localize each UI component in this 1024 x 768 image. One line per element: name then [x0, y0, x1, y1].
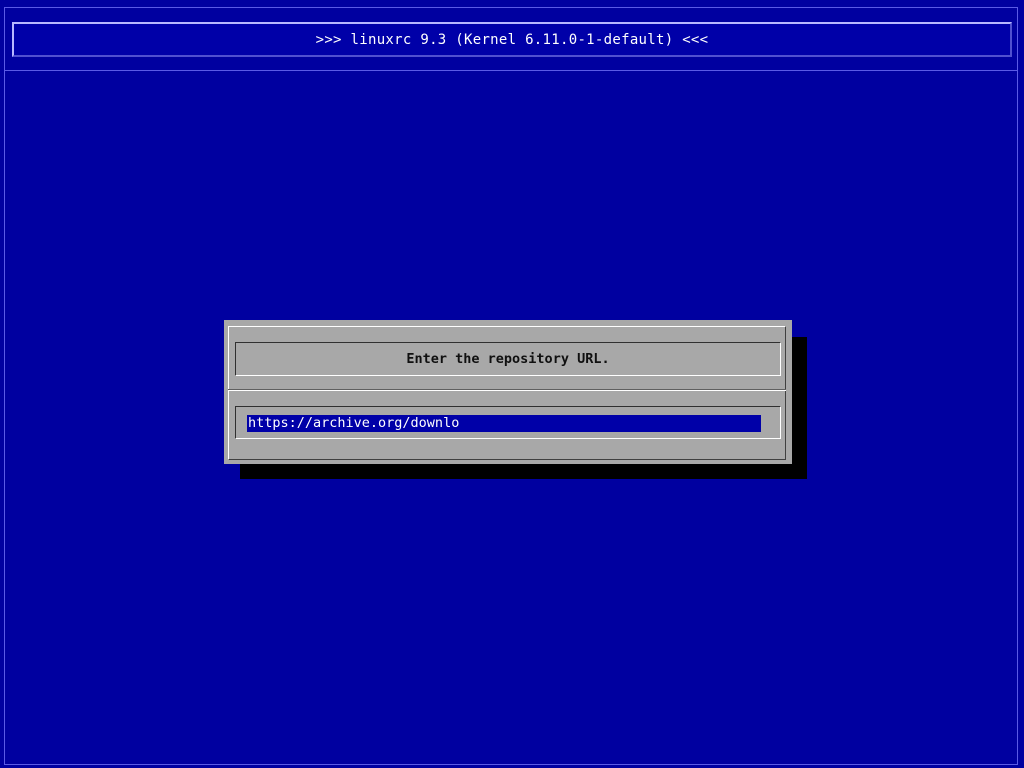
repository-url-input[interactable]: [247, 415, 761, 432]
url-input-frame: [235, 406, 781, 439]
title-bar: >>> linuxrc 9.3 (Kernel 6.11.0-1-default…: [12, 22, 1012, 57]
linuxrc-screen: >>> linuxrc 9.3 (Kernel 6.11.0-1-default…: [0, 0, 1024, 768]
dialog-message: Enter the repository URL.: [406, 351, 610, 367]
title-divider: [4, 70, 1018, 71]
repository-url-dialog: Enter the repository URL.: [224, 320, 792, 464]
dialog-separator: [228, 390, 786, 391]
title-text: >>> linuxrc 9.3 (Kernel 6.11.0-1-default…: [315, 31, 709, 48]
message-box: Enter the repository URL.: [235, 342, 781, 376]
